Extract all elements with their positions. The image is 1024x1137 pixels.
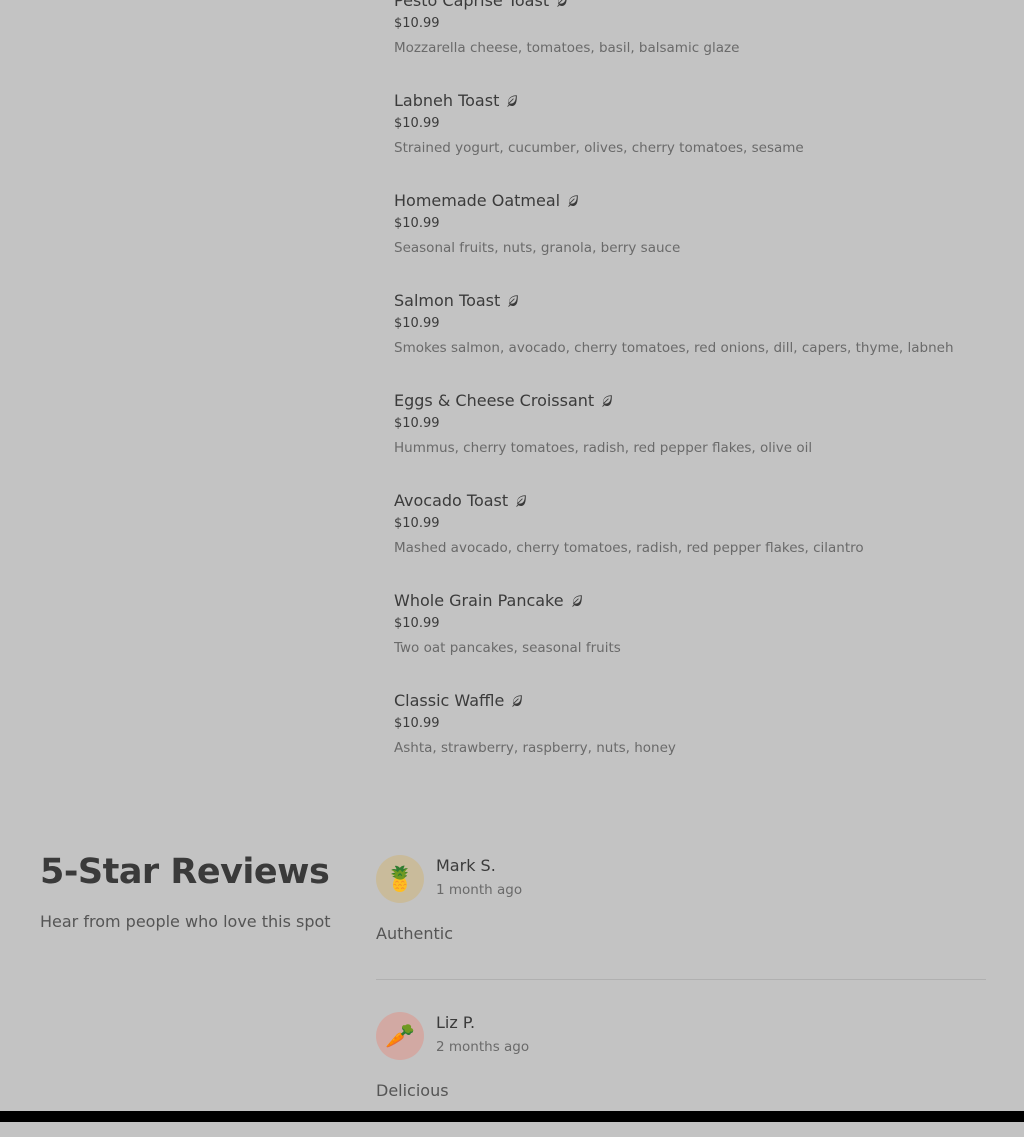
reviews-heading: 5-Star Reviews bbox=[40, 852, 330, 892]
menu-item[interactable]: Whole Grain Pancake $10.99 Two oat panca… bbox=[394, 588, 994, 688]
menu-item-description: Mozzarella cheese, tomatoes, basil, bals… bbox=[394, 40, 740, 56]
leaf-icon bbox=[566, 193, 580, 207]
menu-item-title: Eggs & Cheese Croissant bbox=[394, 388, 614, 412]
menu-item[interactable]: Pesto Caprise Toast $10.99 Mozzarella ch… bbox=[394, 0, 994, 88]
menu-item[interactable]: Avocado Toast $10.99 Mashed avocado, che… bbox=[394, 488, 994, 588]
menu-item-price: $10.99 bbox=[394, 216, 440, 231]
leaf-icon bbox=[506, 293, 520, 307]
leaf-icon bbox=[505, 93, 519, 107]
menu-item-description: Seasonal fruits, nuts, granola, berry sa… bbox=[394, 240, 681, 256]
menu-item-name: Labneh Toast bbox=[394, 90, 500, 110]
carrot-icon: 🥕 bbox=[376, 1012, 424, 1060]
menu-item-name: Homemade Oatmeal bbox=[394, 190, 561, 210]
menu-item-name: Whole Grain Pancake bbox=[394, 590, 564, 610]
leaf-icon bbox=[555, 0, 569, 7]
leaf-icon bbox=[600, 393, 614, 407]
menu-item-price: $10.99 bbox=[394, 616, 440, 631]
menu-item-title: Whole Grain Pancake bbox=[394, 588, 584, 612]
menu-item-title: Salmon Toast bbox=[394, 288, 520, 312]
menu-item-description: Mashed avocado, cherry tomatoes, radish,… bbox=[394, 540, 864, 556]
review-divider bbox=[376, 979, 986, 980]
menu-item[interactable]: Salmon Toast $10.99 Smokes salmon, avoca… bbox=[394, 288, 994, 388]
menu-item-title: Avocado Toast bbox=[394, 488, 528, 512]
menu-item-price: $10.99 bbox=[394, 316, 440, 331]
menu-item[interactable]: Homemade Oatmeal $10.99 Seasonal fruits,… bbox=[394, 188, 994, 288]
pineapple-icon: 🍍 bbox=[376, 855, 424, 903]
menu-item[interactable]: Eggs & Cheese Croissant $10.99 Hummus, c… bbox=[394, 388, 994, 488]
menu-item-price: $10.99 bbox=[394, 16, 440, 31]
review-text: Authentic bbox=[376, 924, 453, 943]
leaf-icon bbox=[510, 693, 524, 707]
menu-item-name: Pesto Caprise Toast bbox=[394, 0, 550, 10]
menu-item-price: $10.99 bbox=[394, 516, 440, 531]
review-card: 🍍 Mark S. 1 month ago Authentic bbox=[376, 855, 986, 980]
reviewer-name: Mark S. bbox=[436, 856, 496, 875]
menu-item-description: Strained yogurt, cucumber, olives, cherr… bbox=[394, 140, 804, 156]
menu-item-description: Smokes salmon, avocado, cherry tomatoes,… bbox=[394, 340, 954, 356]
bottom-bar bbox=[0, 1111, 1024, 1122]
review-text: Delicious bbox=[376, 1081, 449, 1100]
menu-item-price: $10.99 bbox=[394, 416, 440, 431]
review-date: 2 months ago bbox=[436, 1039, 530, 1055]
menu-list: Pesto Caprise Toast $10.99 Mozzarella ch… bbox=[394, 0, 994, 788]
menu-item-title: Pesto Caprise Toast bbox=[394, 0, 569, 12]
reviewer-name: Liz P. bbox=[436, 1013, 476, 1032]
menu-item-description: Ashta, strawberry, raspberry, nuts, hone… bbox=[394, 740, 676, 756]
reviews-subtitle: Hear from people who love this spot bbox=[40, 912, 331, 931]
menu-item-description: Two oat pancakes, seasonal fruits bbox=[394, 640, 621, 656]
menu-item-name: Eggs & Cheese Croissant bbox=[394, 390, 595, 410]
leaf-icon bbox=[570, 593, 584, 607]
menu-item-price: $10.99 bbox=[394, 716, 440, 731]
menu-item-title: Labneh Toast bbox=[394, 88, 519, 112]
menu-item-name: Classic Waffle bbox=[394, 690, 505, 710]
menu-item-title: Classic Waffle bbox=[394, 688, 524, 712]
menu-item-description: Hummus, cherry tomatoes, radish, red pep… bbox=[394, 440, 813, 456]
menu-item-name: Avocado Toast bbox=[394, 490, 509, 510]
menu-item-name: Salmon Toast bbox=[394, 290, 501, 310]
leaf-icon bbox=[514, 493, 528, 507]
review-date: 1 month ago bbox=[436, 882, 523, 898]
menu-item-price: $10.99 bbox=[394, 116, 440, 131]
menu-item-title: Homemade Oatmeal bbox=[394, 188, 580, 212]
menu-item[interactable]: Labneh Toast $10.99 Strained yogurt, cuc… bbox=[394, 88, 994, 188]
menu-item[interactable]: Classic Waffle $10.99 Ashta, strawberry,… bbox=[394, 688, 994, 788]
